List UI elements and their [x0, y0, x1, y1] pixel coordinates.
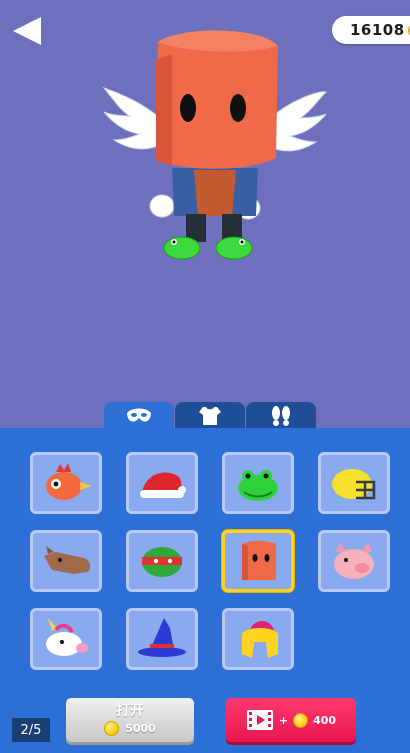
open-chest-button[interactable]: 打开 5000 [66, 698, 194, 742]
left-wing [102, 86, 163, 150]
santa-hat-icon [140, 472, 186, 498]
item-wizard-hat[interactable] [126, 608, 198, 670]
character-preview-stage: 16108 [0, 0, 410, 428]
item-chicken-head[interactable] [30, 452, 102, 514]
item-unicorn-head[interactable] [30, 608, 102, 670]
item-frog-head[interactable] [222, 452, 294, 514]
coin-balance: 16108 [332, 16, 410, 44]
gold-coin-icon [293, 712, 309, 728]
back-button[interactable] [10, 14, 44, 48]
video-button-plus: + [278, 713, 289, 727]
tab-outfits[interactable] [175, 402, 245, 430]
item-pig-head[interactable] [318, 530, 390, 592]
open-button-price-value: 5000 [125, 722, 156, 735]
back-arrow-icon [13, 17, 41, 45]
mask-icon [127, 408, 151, 422]
item-orange-box-head[interactable] [222, 530, 294, 592]
item-spartan-helmet[interactable] [222, 608, 294, 670]
tab-shoes[interactable] [246, 402, 316, 430]
wizard-hat-icon [138, 618, 186, 657]
shirt-icon [199, 407, 221, 425]
item-football-helmet[interactable] [318, 452, 390, 514]
football-helmet-icon [332, 469, 376, 500]
ninja-turtle-head-icon [142, 547, 182, 577]
pig-head-icon [334, 542, 374, 579]
character-model [102, 30, 327, 260]
item-ninja-turtle-head[interactable] [126, 530, 198, 592]
chicken-head-icon [46, 463, 92, 500]
item-santa-hat[interactable] [126, 452, 198, 514]
horse-head-icon [44, 546, 91, 574]
coin-balance-value: 16108 [350, 21, 405, 39]
open-button-label: 打开 [116, 703, 144, 719]
footprints-icon [272, 406, 290, 426]
spartan-helmet-icon [242, 621, 278, 658]
item-horse-head[interactable] [30, 530, 102, 592]
frog-head-icon [238, 470, 278, 501]
tab-hats[interactable] [104, 402, 174, 430]
unicorn-head-icon [46, 618, 88, 656]
open-button-price: 5000 [66, 721, 194, 736]
page-indicator: 2/5 [12, 718, 50, 742]
gold-coin-icon [104, 721, 120, 736]
category-tabs [104, 402, 316, 430]
video-button-amount: 400 [313, 713, 337, 727]
orange-box-head-icon [242, 541, 276, 580]
watch-video-button[interactable]: + 400 [226, 698, 356, 742]
video-film-icon [246, 710, 273, 730]
